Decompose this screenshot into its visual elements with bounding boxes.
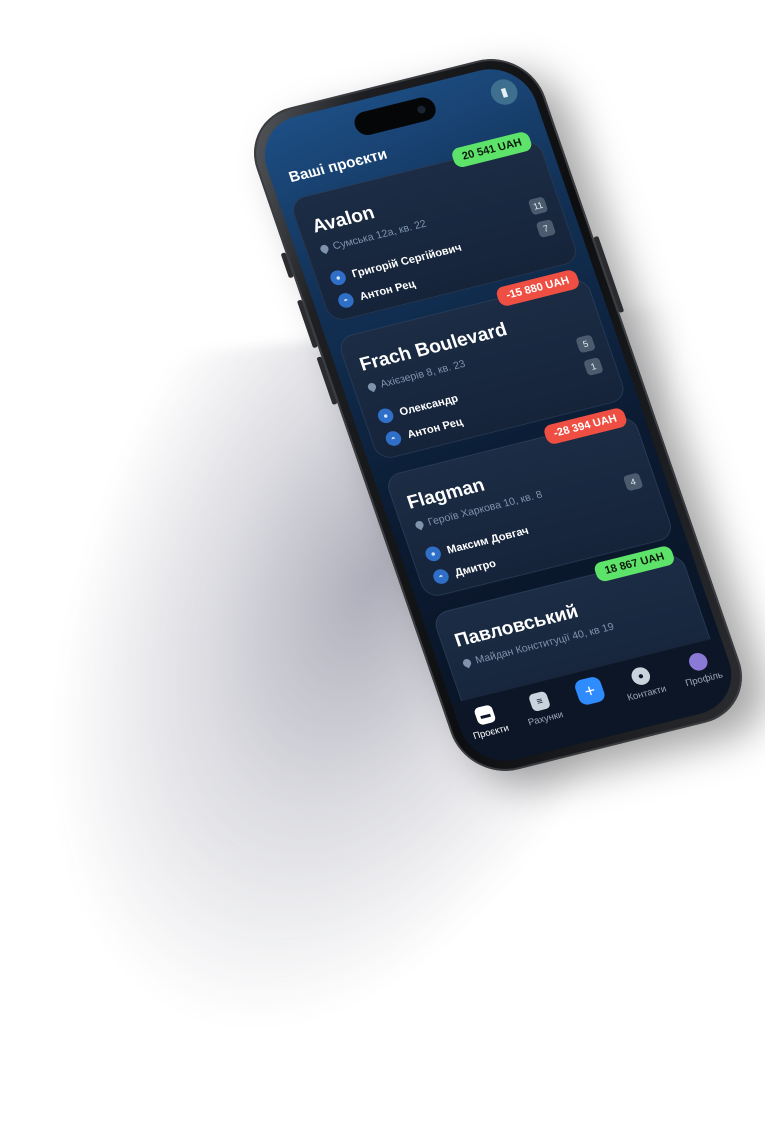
worker-icon: ◓ bbox=[383, 429, 404, 448]
person-icon: ● bbox=[423, 544, 443, 563]
tab-label: Профіль bbox=[684, 669, 725, 690]
tab-label: Контакти bbox=[625, 683, 668, 704]
count-badge: 7 bbox=[535, 219, 557, 239]
person-row: ● Максим Довгач bbox=[423, 523, 530, 563]
person-icon: ● bbox=[328, 268, 348, 287]
panels-icon[interactable]: ▮ bbox=[487, 76, 522, 108]
tab-projects[interactable]: ▬ Проєкти bbox=[465, 702, 511, 742]
location-pin-icon bbox=[366, 381, 378, 393]
avatar-icon bbox=[686, 651, 710, 673]
count-badge: 4 bbox=[622, 472, 644, 492]
mute-switch bbox=[280, 252, 294, 279]
person-name: Антон Рец bbox=[405, 415, 465, 441]
tab-contacts[interactable]: ● Контакти bbox=[619, 663, 668, 704]
worker-icon: ◓ bbox=[431, 567, 451, 586]
person-name: Григорій Сергійович bbox=[350, 241, 464, 280]
count-badge: 11 bbox=[527, 196, 549, 216]
tab-label: Проєкти bbox=[471, 722, 511, 743]
location-pin-icon bbox=[413, 519, 426, 531]
add-button[interactable]: + bbox=[573, 675, 607, 707]
person-icon: ● bbox=[375, 406, 396, 425]
balance-badge: 20 541 UAH bbox=[450, 130, 534, 169]
location-pin-icon bbox=[461, 657, 473, 669]
person-name: Дмитро bbox=[453, 557, 498, 579]
person-name: Максим Довгач bbox=[445, 524, 531, 557]
count-badge: 1 bbox=[583, 357, 604, 377]
worker-icon: ◓ bbox=[336, 291, 356, 310]
tab-invoices[interactable]: ≡ Рахунки bbox=[519, 688, 565, 729]
person-name: Олександр bbox=[397, 392, 460, 418]
camera-dot bbox=[416, 104, 427, 115]
location-pin-icon bbox=[318, 243, 330, 255]
folder-icon: ▬ bbox=[473, 704, 497, 726]
plus-icon: + bbox=[573, 675, 607, 707]
count-badge: 5 bbox=[575, 334, 597, 354]
person-name: Антон Рец bbox=[358, 277, 417, 303]
document-icon: ≡ bbox=[527, 690, 552, 713]
tab-label: Рахунки bbox=[526, 709, 565, 729]
person-row: ◓ Дмитро bbox=[431, 556, 498, 586]
user-circle-icon: ● bbox=[629, 665, 653, 687]
dynamic-island bbox=[351, 94, 439, 138]
tab-profile[interactable]: Профіль bbox=[677, 649, 725, 690]
